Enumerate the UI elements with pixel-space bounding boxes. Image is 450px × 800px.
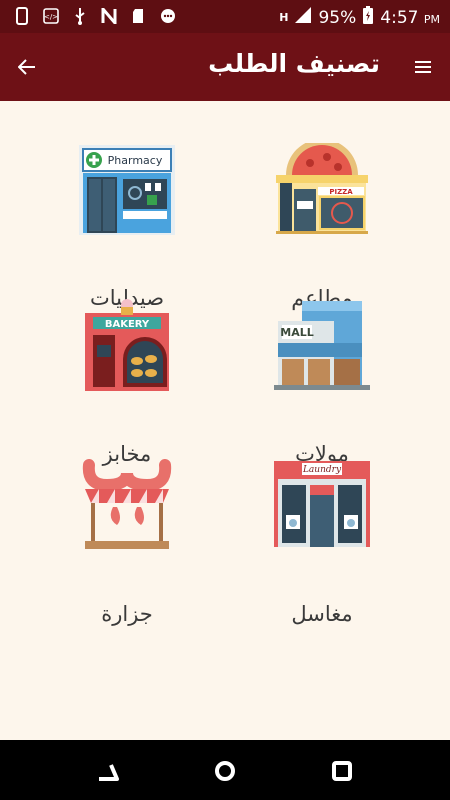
category-malls[interactable]: MALL مولات <box>222 299 422 466</box>
category-restaurants[interactable]: PIZZA مطاعم <box>222 143 422 310</box>
svg-text:</>: </> <box>44 13 58 21</box>
category-butcher[interactable]: جزارة <box>27 459 227 626</box>
code-icon: </> <box>43 7 59 25</box>
battery-icon <box>362 5 374 30</box>
menu-button[interactable] <box>408 52 438 82</box>
svg-text:Pharmacy: Pharmacy <box>108 154 163 167</box>
n-icon <box>101 7 117 25</box>
nav-home-icon <box>215 761 235 781</box>
pharmacy-icon: Pharmacy <box>79 145 175 235</box>
notification-icons: </> <box>14 7 175 25</box>
network-type: H <box>279 11 289 24</box>
mall-icon: MALL <box>274 301 370 390</box>
restaurant-icon: PIZZA <box>276 143 368 234</box>
nav-back-button[interactable] <box>93 756 123 786</box>
nav-back-icon <box>99 764 119 781</box>
status-bar: </> H 95% 4:57 PM <box>0 0 450 33</box>
clock: 4:57 PM <box>380 8 440 28</box>
bakery-icon: BAKERY <box>85 299 169 391</box>
clock-ampm: PM <box>423 12 440 26</box>
sd-card-icon <box>130 7 146 25</box>
system-nav-bar <box>0 740 450 800</box>
menu-icon <box>415 61 431 73</box>
laundry-icon: Laundry <box>274 461 370 547</box>
category-label: مغاسل <box>291 602 353 626</box>
system-status: H 95% 4:57 PM <box>279 5 440 30</box>
category-label: جزارة <box>101 602 153 626</box>
svg-text:PIZZA: PIZZA <box>329 188 353 196</box>
usb-icon <box>72 7 88 25</box>
battery-percent: 95% <box>318 7 357 28</box>
category-bakeries[interactable]: BAKERY مخابز <box>27 299 227 466</box>
phone-icon <box>14 7 30 25</box>
app-bar: تصنيف الطلب <box>0 33 450 101</box>
back-button[interactable] <box>12 52 42 82</box>
svg-text:BAKERY: BAKERY <box>105 319 150 330</box>
category-pharmacies[interactable]: Pharmacy صيدليات <box>27 143 227 310</box>
signal-icon <box>294 6 312 29</box>
nav-recents-icon <box>332 761 352 781</box>
category-laundries[interactable]: Laundry مغاسل <box>222 459 422 626</box>
svg-text:Laundry: Laundry <box>302 465 342 475</box>
svg-text:MALL: MALL <box>280 326 313 339</box>
clock-time: 4:57 <box>380 7 419 28</box>
nav-recents-button[interactable] <box>327 756 357 786</box>
page-title: تصنيف الطلب <box>208 49 380 78</box>
butcher-icon <box>82 459 172 549</box>
arrow-left-icon <box>18 59 35 75</box>
chat-icon <box>159 7 175 25</box>
nav-home-button[interactable] <box>210 756 240 786</box>
